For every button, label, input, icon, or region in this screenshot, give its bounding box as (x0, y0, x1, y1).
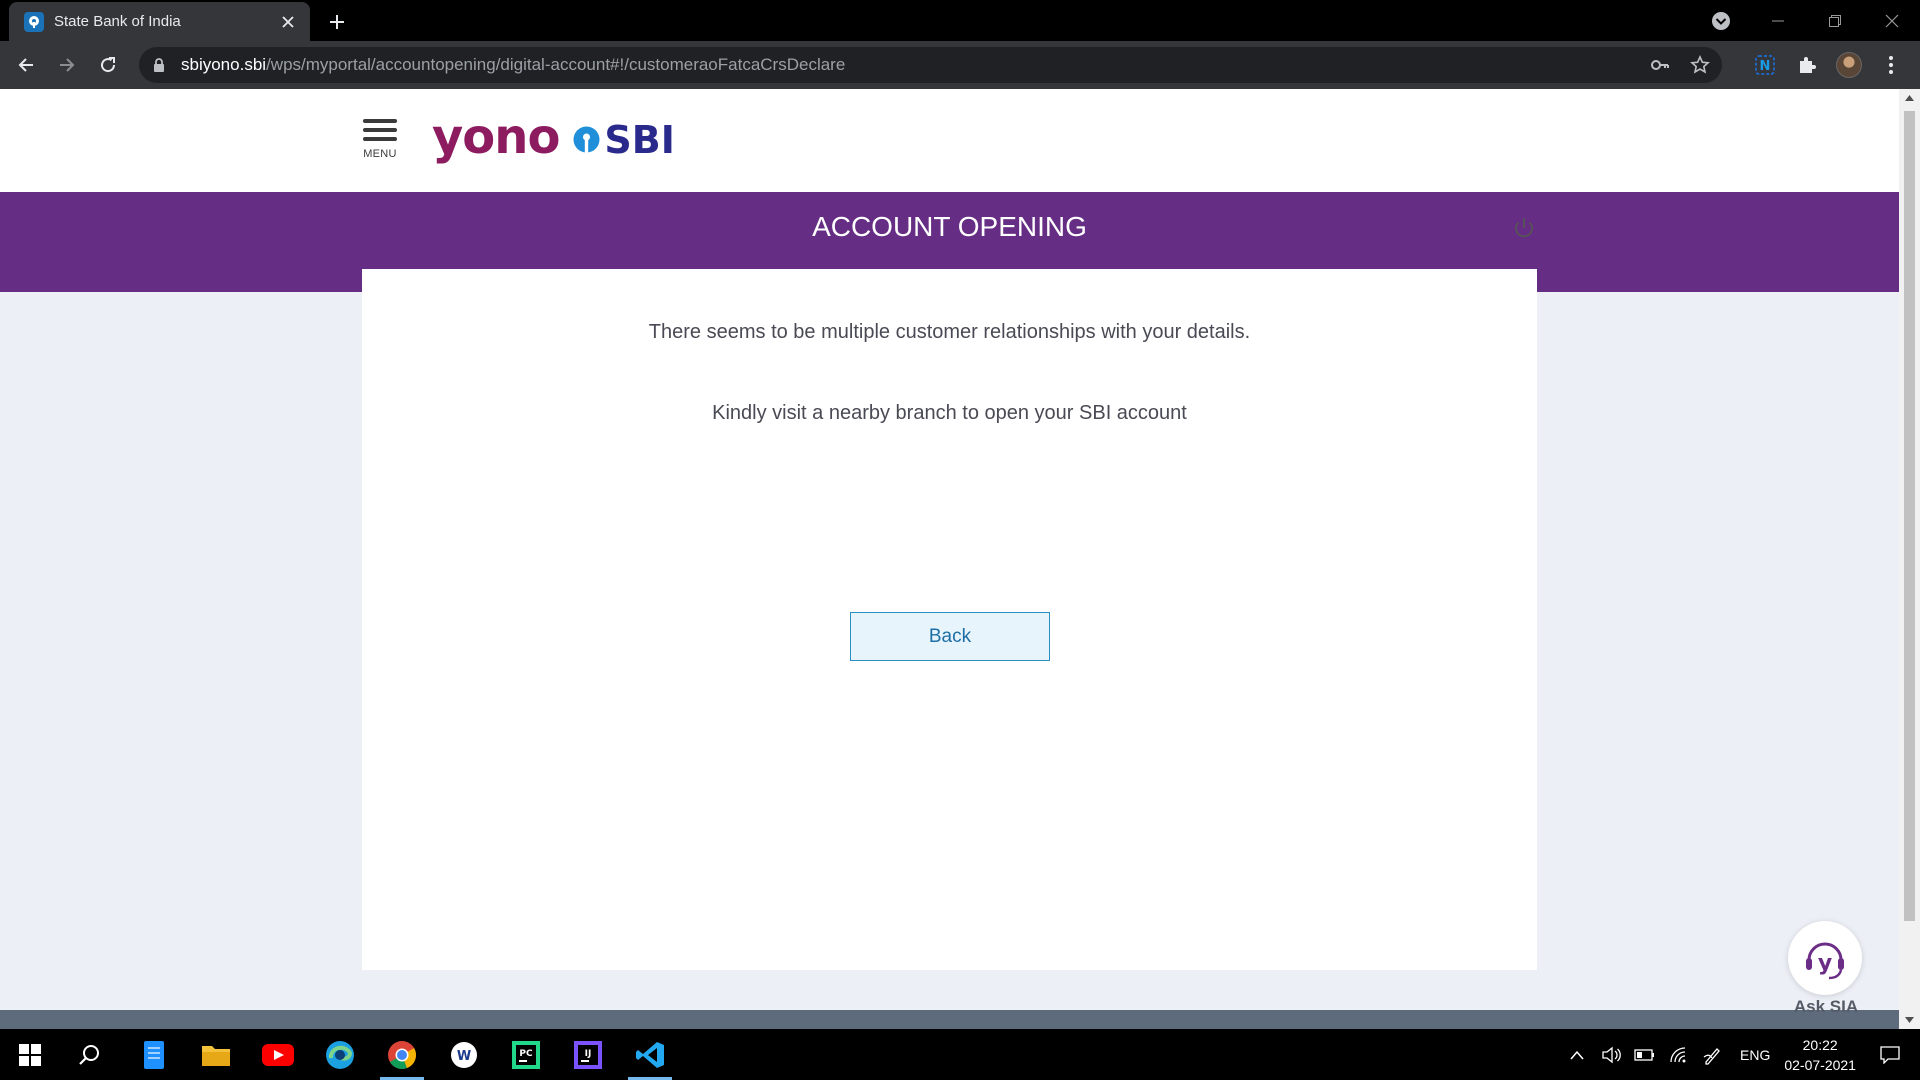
sbi-logo-mark-icon (573, 126, 600, 153)
profile-avatar-icon[interactable] (1834, 50, 1864, 80)
page-title: ACCOUNT OPENING (812, 211, 1087, 242)
chevron-up-icon[interactable] (1560, 1029, 1594, 1080)
back-arrow-icon[interactable] (11, 50, 41, 80)
windows-start-icon[interactable] (4, 1029, 56, 1080)
back-button[interactable]: Back (850, 612, 1050, 661)
message-card: There seems to be multiple customer rela… (362, 269, 1537, 970)
edge-browser-icon[interactable] (314, 1029, 366, 1080)
sbi-favicon-icon (24, 11, 44, 32)
bookmark-star-icon[interactable] (1690, 54, 1710, 81)
page-scrollbar[interactable] (1899, 89, 1920, 1029)
youtube-app-icon[interactable] (252, 1029, 304, 1080)
sia-assistant-icon: y (1788, 921, 1862, 995)
notification-center-icon[interactable] (1870, 1029, 1910, 1080)
reload-icon[interactable] (93, 50, 123, 80)
vscode-app-icon[interactable] (624, 1029, 676, 1080)
site-header: MENU yono SBI (0, 89, 1899, 192)
notepad-app-icon[interactable] (128, 1029, 180, 1080)
close-window-icon[interactable] (1863, 0, 1920, 41)
svg-text:N: N (1760, 59, 1771, 74)
page-viewport: MENU yono SBI ACCOUNT OPENING There seem… (0, 89, 1899, 1029)
svg-text:IJ: IJ (585, 1049, 592, 1059)
ask-sia-label: Ask SIA (1793, 997, 1859, 1016)
tab-search-icon[interactable] (1710, 10, 1732, 32)
logout-power-icon[interactable] (1510, 214, 1538, 242)
chrome-menu-icon[interactable] (1876, 50, 1906, 80)
clock-date: 02-07-2021 (1784, 1056, 1856, 1073)
scroll-up-icon[interactable] (1904, 93, 1915, 103)
scrollbar-thumb[interactable] (1904, 111, 1915, 921)
yono-sbi-logo[interactable]: yono SBI (432, 109, 675, 165)
svg-text:W: W (457, 1049, 471, 1064)
restore-window-icon[interactable] (1806, 0, 1863, 41)
extensions-puzzle-icon[interactable] (1792, 50, 1822, 80)
chrome-browser-icon[interactable] (376, 1029, 428, 1080)
taskbar-clock[interactable]: 20:22 02-07-2021 (1784, 1035, 1856, 1075)
logo-yono-text: yono (432, 109, 560, 165)
svg-text:PC: PC (519, 1049, 533, 1059)
scroll-down-icon[interactable] (1904, 1015, 1915, 1025)
new-tab-button[interactable] (323, 8, 351, 36)
lock-icon (151, 57, 167, 73)
battery-icon[interactable] (1628, 1029, 1662, 1080)
extension-n-icon[interactable]: N (1750, 50, 1780, 80)
svg-text:y: y (1818, 951, 1832, 976)
menu-button[interactable]: MENU (360, 119, 400, 163)
address-bar[interactable]: sbiyono.sbi/wps/myportal/accountopening/… (139, 47, 1722, 83)
browser-tab[interactable]: State Bank of India (9, 2, 310, 41)
browser-tab-strip: State Bank of India (0, 0, 1920, 41)
url-path: /wps/myportal/accountopening/digital-acc… (266, 55, 846, 74)
minimize-window-icon[interactable] (1749, 0, 1806, 41)
ask-sia-button[interactable]: y Ask SIA (1786, 921, 1866, 1016)
multiple-relationships-message: There seems to be multiple customer rela… (648, 321, 1251, 343)
menu-label: MENU (363, 148, 397, 160)
file-explorer-icon[interactable] (190, 1029, 242, 1080)
clock-time: 20:22 (1802, 1036, 1838, 1053)
logo-sbi-text: SBI (604, 118, 675, 162)
volume-icon[interactable] (1594, 1029, 1628, 1080)
browser-toolbar: sbiyono.sbi/wps/myportal/accountopening/… (0, 41, 1920, 89)
key-icon[interactable] (1650, 54, 1670, 81)
pycharm-app-icon[interactable]: PC (500, 1029, 552, 1080)
search-icon[interactable] (64, 1029, 116, 1080)
forward-arrow-icon[interactable] (52, 50, 82, 80)
intellij-app-icon[interactable]: IJ (562, 1029, 614, 1080)
windows-taskbar: W PC IJ ENG 20:22 02-07-2021 (0, 1029, 1920, 1080)
url-host: sbiyono.sbi (181, 55, 267, 74)
pen-ink-icon[interactable] (1696, 1029, 1730, 1080)
wps-app-icon[interactable]: W (438, 1029, 490, 1080)
hamburger-icon (363, 119, 397, 123)
tab-title: State Bank of India (54, 13, 181, 30)
language-indicator[interactable]: ENG (1740, 1047, 1770, 1063)
close-tab-icon[interactable] (278, 12, 298, 32)
system-tray: ENG 20:22 02-07-2021 (1560, 1029, 1910, 1080)
visit-branch-message: Kindly visit a nearby branch to open you… (712, 402, 1187, 424)
wifi-icon[interactable] (1662, 1029, 1696, 1080)
footer-strip (0, 1010, 1899, 1029)
